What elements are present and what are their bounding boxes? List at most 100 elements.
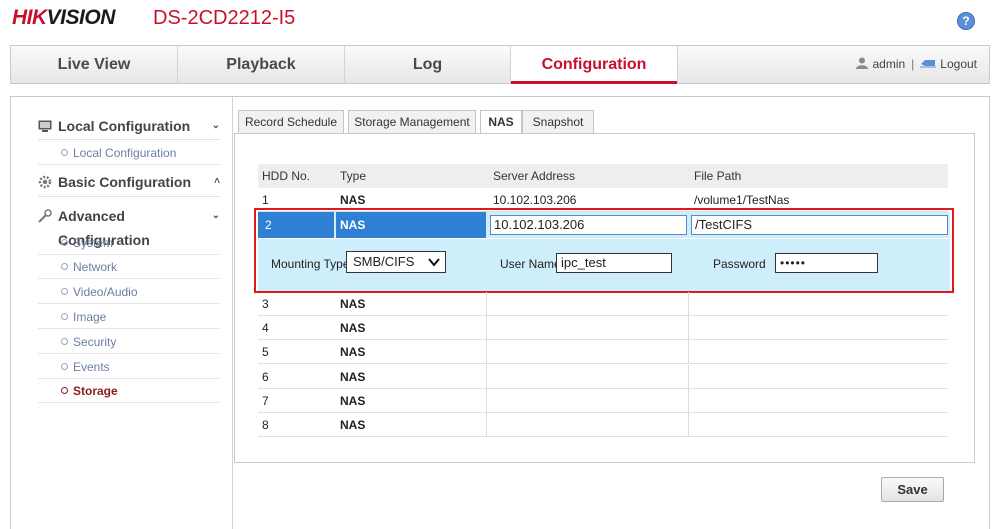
sidebar-section-label: Basic Configuration xyxy=(58,174,192,190)
sidebar-item-events[interactable]: Events xyxy=(38,355,220,379)
logout-link[interactable]: Logout xyxy=(940,57,977,71)
sidebar-item-label: Image xyxy=(73,310,107,324)
cell-hdd: 2 xyxy=(258,212,334,238)
cell-type: NAS xyxy=(340,321,366,335)
column-divider xyxy=(688,389,689,413)
sidebar-item-video-audio[interactable]: Video/Audio xyxy=(38,280,220,304)
sidebar-item-storage[interactable]: Storage xyxy=(38,379,220,403)
sidebar-section-basic[interactable]: Basic Configuration ˄ xyxy=(38,170,220,194)
top-nav: Live View Playback Log Configuration adm… xyxy=(10,45,990,84)
sidebar-item-label: Network xyxy=(73,260,118,274)
header: HIKVISION DS-2CD2212-I5 ? xyxy=(0,0,995,44)
column-divider xyxy=(486,340,487,364)
chevron-down-icon xyxy=(428,258,440,267)
mounting-options: Mounting Type SMB/CIFS User Name ipc_tes… xyxy=(258,239,950,291)
sidebar-item-label: Storage xyxy=(73,384,118,398)
column-divider xyxy=(688,365,689,389)
column-divider xyxy=(688,340,689,364)
chevron-up-icon[interactable]: ˄ xyxy=(214,170,220,194)
gear-icon xyxy=(38,175,52,189)
username[interactable]: admin xyxy=(872,57,905,71)
sidebar-item-label: Video/Audio xyxy=(73,285,138,299)
tab-log[interactable]: Log xyxy=(345,46,511,83)
wrench-icon xyxy=(38,209,52,223)
cell-type: NAS xyxy=(336,212,486,238)
column-header-server: Server Address xyxy=(493,169,576,183)
save-button[interactable]: Save xyxy=(881,477,944,502)
tab-record-schedule[interactable]: Record Schedule xyxy=(238,110,344,134)
sidebar-divider xyxy=(38,139,220,140)
sidebar-divider xyxy=(38,196,220,197)
user-name-label: User Name xyxy=(500,257,561,271)
column-divider xyxy=(486,389,487,413)
bullet-icon xyxy=(61,288,68,295)
tab-configuration[interactable]: Configuration xyxy=(511,46,678,84)
column-header-hdd: HDD No. xyxy=(262,169,311,183)
column-divider xyxy=(688,316,689,340)
bullet-icon xyxy=(61,338,68,345)
table-row[interactable]: 3 NAS xyxy=(258,292,948,316)
chevron-down-icon[interactable]: ⌄ xyxy=(212,114,220,138)
chevron-down-icon[interactable]: ⌄ xyxy=(212,204,220,228)
sidebar-section-label: Local Configuration xyxy=(58,118,191,134)
table-row[interactable]: 4 NAS xyxy=(258,316,948,340)
column-header-path: File Path xyxy=(694,169,742,183)
bullet-icon xyxy=(61,313,68,320)
column-divider xyxy=(486,316,487,340)
user-icon xyxy=(856,57,869,69)
server-address-input[interactable]: 10.102.103.206 xyxy=(490,215,687,235)
selected-row-editor: 2 NAS 10.102.103.206 /TestCIFS Mounting … xyxy=(254,208,954,293)
sidebar-item-label: Local Configuration xyxy=(73,146,177,160)
cell-type: NAS xyxy=(340,394,366,408)
column-divider xyxy=(688,292,689,316)
bullet-icon xyxy=(61,387,68,394)
sidebar-item-security[interactable]: Security xyxy=(38,330,220,354)
user-name-input[interactable]: ipc_test xyxy=(556,253,672,273)
tab-snapshot[interactable]: Snapshot xyxy=(522,110,594,134)
column-divider xyxy=(486,365,487,389)
sidebar-item-system[interactable]: System xyxy=(38,231,220,255)
monitor-icon xyxy=(38,120,52,132)
file-path-input[interactable]: /TestCIFS xyxy=(691,215,948,235)
tab-live-view[interactable]: Live View xyxy=(11,46,178,83)
tab-storage-management[interactable]: Storage Management xyxy=(348,110,476,134)
sidebar-item-network[interactable]: Network xyxy=(38,255,220,279)
bullet-icon xyxy=(61,363,68,370)
mounting-type-label: Mounting Type xyxy=(271,257,350,271)
sidebar-section-local[interactable]: Local Configuration ⌄ xyxy=(38,114,220,138)
cell-hdd: 8 xyxy=(262,418,269,432)
tab-nas[interactable]: NAS xyxy=(480,110,522,134)
column-divider xyxy=(486,292,487,316)
password-input[interactable]: ••••• xyxy=(775,253,878,273)
mounting-type-select[interactable]: SMB/CIFS xyxy=(346,251,446,273)
mounting-type-value: SMB/CIFS xyxy=(353,254,415,269)
sidebar: Local Configuration ⌄ Local Configuratio… xyxy=(11,97,233,529)
column-divider xyxy=(486,413,487,437)
user-separator: | xyxy=(911,57,915,71)
table-row[interactable]: 6 NAS xyxy=(258,365,948,389)
sidebar-item-local-configuration[interactable]: Local Configuration xyxy=(38,141,220,165)
sidebar-item-label: Events xyxy=(73,360,110,374)
sidebar-item-label: Security xyxy=(73,335,117,349)
cell-type: NAS xyxy=(340,297,366,311)
table-row[interactable]: 8 NAS xyxy=(258,413,948,437)
sidebar-item-image[interactable]: Image xyxy=(38,305,220,329)
logout-icon[interactable] xyxy=(920,58,937,68)
tab-playback[interactable]: Playback xyxy=(178,46,345,83)
user-area: admin | Logout xyxy=(856,46,977,83)
column-divider xyxy=(688,413,689,437)
table-row-selected[interactable]: 2 NAS 10.102.103.206 /TestCIFS xyxy=(258,212,950,238)
logo-vision: VISION xyxy=(46,6,116,29)
bullet-icon xyxy=(61,239,68,246)
cell-hdd: 3 xyxy=(262,297,269,311)
cell-hdd: 6 xyxy=(262,370,269,384)
device-model: DS-2CD2212-I5 xyxy=(153,7,296,29)
sidebar-section-advanced[interactable]: Advanced Configuration ⌄ xyxy=(38,204,220,248)
logo-hik: HIK xyxy=(12,6,47,29)
table-row[interactable]: 7 NAS xyxy=(258,389,948,413)
help-icon[interactable]: ? xyxy=(957,12,975,30)
cell-type: NAS xyxy=(340,345,366,359)
table-row[interactable]: 5 NAS xyxy=(258,340,948,364)
hikvision-logo: HIKVISION xyxy=(12,6,115,30)
password-label: Password xyxy=(713,257,766,271)
